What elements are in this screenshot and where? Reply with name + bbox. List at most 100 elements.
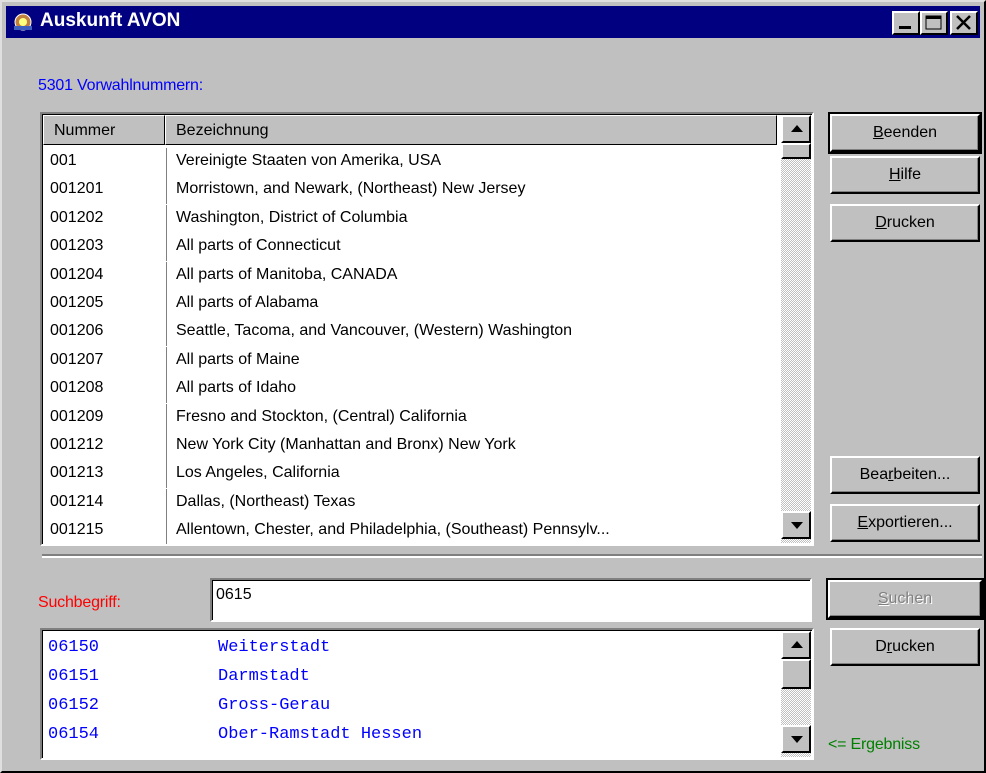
row-name: New York City (Manhattan and Bronx) New …	[176, 436, 516, 453]
result-item[interactable]: 06152 Gross-Gerau	[46, 690, 776, 720]
btn-text-post: ilfe	[900, 166, 921, 183]
btn-text-pre: D	[875, 638, 887, 655]
row-name: All parts of Idaho	[176, 379, 297, 397]
suchen-button[interactable]: Suchen	[826, 578, 984, 620]
maximize-button[interactable]	[920, 11, 948, 35]
row-name: All parts of Alabama	[176, 294, 319, 311]
row-number: 001213	[50, 464, 104, 482]
table-row[interactable]: 001208 All parts of Idaho	[44, 375, 782, 404]
minimize-button[interactable]	[892, 11, 920, 35]
hilfe-button[interactable]: Hilfe	[830, 156, 980, 194]
result-name: Ober-Ramstadt Hessen	[218, 725, 423, 744]
area-code-table[interactable]: Nummer Bezeichnung 001 Vereinigte Staaten…	[40, 112, 814, 546]
arrow-down-icon	[791, 736, 803, 743]
result-list[interactable]: 06150 Weiterstadt 06151 Darmstadt 06152 Gross…	[40, 628, 814, 760]
scroll-thumb[interactable]	[781, 143, 811, 159]
row-name: Dallas, (Northeast) Texas	[176, 492, 356, 510]
row-number: 001204	[50, 265, 104, 283]
table-row[interactable]: 001215 Allentown, Chester, and Philadelph…	[44, 517, 782, 544]
section-divider	[42, 554, 982, 558]
table-row[interactable]: 001 Vereinigte Staaten von Amerika, USA	[44, 148, 782, 176]
row-name: Fresno and Stockton, (Central) Californi…	[176, 407, 467, 425]
result-number: 06152	[48, 696, 100, 715]
row-name: Seattle, Tacoma, and Vancouver, (Western…	[176, 322, 573, 340]
column-separator	[166, 488, 167, 517]
table-row[interactable]: 001205 All parts of Alabama	[44, 290, 782, 318]
row-name: All parts of Manitoba, CANADA	[176, 265, 398, 283]
search-label: Suchbegriff:	[38, 594, 121, 611]
result-name: Gross-Gerau	[218, 696, 331, 715]
result-name: Darmstadt	[218, 667, 310, 686]
table-row[interactable]: 001206 Seattle, Tacoma, and Vancouver, (W…	[44, 318, 782, 347]
row-name: Washington, District of Columbia	[176, 208, 408, 226]
count-label: 5301 Vorwahlnummern:	[38, 77, 203, 94]
table-row[interactable]: 001207 All parts of Maine	[44, 346, 782, 375]
drucken-list-button[interactable]: Drucken	[830, 204, 980, 242]
table-row[interactable]: 001204 All parts of Manitoba, CANADA	[44, 261, 782, 290]
search-input-value: 0615	[216, 586, 252, 603]
row-number: 001215	[50, 521, 104, 539]
column-separator	[166, 204, 167, 233]
result-scroll-up-button[interactable]	[781, 631, 811, 659]
table-row[interactable]: 001213 Los Angeles, California	[44, 460, 782, 489]
search-input[interactable]: 0615	[210, 578, 812, 622]
result-item[interactable]: 06154 Ober-Ramstadt Hessen	[46, 719, 776, 749]
beenden-button[interactable]: Beenden	[828, 112, 982, 154]
column-header-name[interactable]: Bezeichnung	[165, 115, 777, 145]
btn-text-post: rucken	[886, 214, 935, 231]
row-number: 001203	[50, 237, 104, 255]
window-title: Auskunft AVON	[40, 10, 181, 31]
column-separator	[166, 148, 167, 176]
btn-text-post: beiten...	[893, 466, 951, 483]
column-header-name-label: Bezeichnung	[176, 122, 269, 139]
main-window: Auskunft AVON 5301 Vorwahlnummern: Numme…	[0, 0, 986, 773]
btn-text-accel: H	[888, 166, 901, 183]
drucken-result-button[interactable]: Drucken	[830, 628, 980, 666]
result-number: 06150	[48, 638, 100, 657]
result-hint: <= Ergebniss	[828, 736, 920, 753]
btn-text-accel: B	[872, 124, 884, 141]
btn-text-accel: E	[857, 514, 869, 531]
table-row[interactable]: 001214 Dallas, (Northeast) Texas	[44, 488, 782, 517]
exportieren-button[interactable]: Exportieren...	[830, 504, 980, 542]
bearbeiten-button[interactable]: Bearbeiten...	[830, 456, 980, 494]
table-row[interactable]: 001209 Fresno and Stockton, (Central) Cal…	[44, 403, 782, 432]
arrow-up-icon	[791, 641, 803, 648]
row-name: Vereinigte Staaten von Amerika, USA	[176, 152, 442, 169]
column-separator	[166, 346, 167, 375]
close-button[interactable]	[950, 11, 978, 35]
result-scroll-down-button[interactable]	[781, 725, 811, 753]
title-bar[interactable]: Auskunft AVON	[6, 6, 980, 38]
column-separator	[166, 517, 167, 544]
scroll-up-button[interactable]	[781, 115, 811, 143]
result-item[interactable]: 06150 Weiterstadt	[46, 632, 776, 662]
column-separator	[166, 375, 167, 404]
table-row[interactable]: 001202 Washington, District of Columbia	[44, 204, 782, 233]
minimize-icon	[899, 26, 911, 29]
result-number: 06151	[48, 667, 100, 686]
table-scrollbar[interactable]	[781, 115, 811, 543]
column-separator	[166, 432, 167, 460]
btn-text-post: ucken	[892, 638, 935, 655]
row-number: 001207	[50, 350, 104, 368]
table-row[interactable]: 001212 New York City (Manhattan and Bronx…	[44, 432, 782, 460]
column-header-number-label: Nummer	[54, 122, 116, 139]
column-separator	[166, 176, 167, 205]
table-row[interactable]: 001203 All parts of Connecticut	[44, 233, 782, 262]
row-number: 001	[50, 152, 77, 169]
phone-book-icon	[12, 12, 34, 32]
scroll-down-button[interactable]	[781, 511, 811, 539]
result-name: Weiterstadt	[218, 638, 331, 657]
btn-text-post: uchen	[888, 590, 933, 607]
row-number: 001214	[50, 492, 104, 510]
result-number: 06154	[48, 725, 100, 744]
row-name: Allentown, Chester, and Philadelphia, (S…	[176, 521, 610, 539]
result-scroll-thumb[interactable]	[781, 659, 811, 689]
table-row[interactable]: 001201 Morristown, and Newark, (Northeast…	[44, 176, 782, 205]
row-number: 001206	[50, 322, 104, 340]
row-name: All parts of Connecticut	[176, 237, 341, 255]
btn-text-accel: D	[875, 214, 887, 231]
result-item[interactable]: 06151 Darmstadt	[46, 661, 776, 691]
result-scrollbar[interactable]	[781, 631, 811, 757]
column-header-number[interactable]: Nummer	[43, 115, 165, 145]
